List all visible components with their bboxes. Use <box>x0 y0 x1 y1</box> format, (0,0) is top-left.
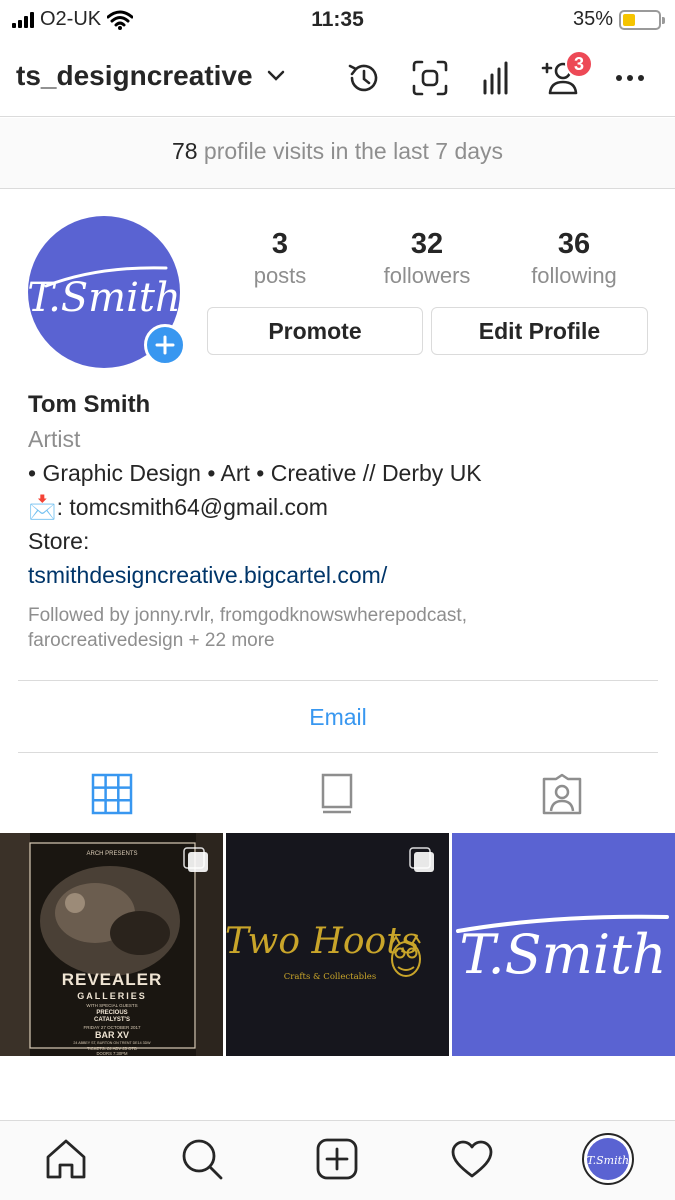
edit-profile-button[interactable]: Edit Profile <box>431 307 648 355</box>
battery-level <box>623 13 635 26</box>
followed-by-line: farocreativedesign + 22 more <box>28 630 275 651</box>
plus-icon <box>155 335 175 355</box>
divider <box>18 752 658 753</box>
grid-icon[interactable] <box>88 770 136 818</box>
poster-title: REVEALER <box>62 970 163 989</box>
visits-count: 78 <box>171 138 198 164</box>
add-story-button[interactable] <box>144 324 186 366</box>
stat-label: followers <box>383 263 471 288</box>
history-icon[interactable] <box>344 58 384 98</box>
stat-value: 3 <box>271 228 289 260</box>
tagged-icon[interactable] <box>538 770 586 818</box>
store-label: Store: <box>28 528 90 554</box>
promote-button[interactable]: Promote <box>207 307 423 355</box>
more-icon[interactable] <box>610 58 650 98</box>
bottom-tab-bar: T.Smith <box>0 1120 675 1200</box>
avatar-logo-text: T.Smith <box>587 1154 629 1167</box>
divider <box>0 116 675 117</box>
battery-icon <box>619 9 665 30</box>
email-line: 📩: tomcsmith64@gmail.com <box>28 490 658 524</box>
post-thumbnail[interactable]: T.Smith <box>452 833 675 1056</box>
stat-value: 36 <box>557 228 591 260</box>
envelope-icon: 📩 <box>28 494 57 520</box>
poster-address: 24 ABBEY ST, BURTON ON TRENT DE14 3DW <box>73 1041 151 1045</box>
following-count[interactable]: 36 following <box>499 228 649 289</box>
activity-icon[interactable] <box>448 1135 496 1183</box>
website-link[interactable]: tsmithdesigncreative.bigcartel.com/ <box>28 558 658 592</box>
post-thumbnail[interactable]: ARCH PRESENTS REVEALER GALLERIES WITH SP… <box>0 833 223 1056</box>
poster-small-top: ARCH PRESENTS <box>86 851 137 857</box>
multiple-photos-icon <box>183 847 208 872</box>
brand-logo-text: Two Hoots <box>226 921 419 962</box>
stat-value: 32 <box>410 228 444 260</box>
new-post-icon[interactable] <box>313 1135 361 1183</box>
display-name: Tom Smith <box>28 391 151 418</box>
bio-line: • Graphic Design • Art • Creative // Der… <box>28 460 482 486</box>
poster-guest: PRECIOUS <box>96 1010 127 1016</box>
poster-subtitle: GALLERIES <box>77 991 147 1001</box>
insights-icon[interactable] <box>477 58 517 98</box>
brand-tagline: Crafts & Collectables <box>284 972 376 982</box>
poster-guest: CATALYST'S <box>94 1017 130 1023</box>
guide-icon[interactable] <box>313 770 361 818</box>
discover-people-icon[interactable]: 3 <box>541 50 593 98</box>
post-thumbnail[interactable]: Two Hoots Crafts & Collectables <box>226 833 449 1056</box>
brand-logo-text: T.Smith <box>459 923 666 986</box>
followed-by[interactable]: Followed by jonny.rvlr, fromgodknowswher… <box>28 603 648 653</box>
home-icon[interactable] <box>42 1135 90 1183</box>
account-switcher[interactable]: ts_designcreative <box>16 60 285 92</box>
status-bar: O2-UK 11:35 35% <box>0 0 675 40</box>
stat-label: following <box>531 263 617 288</box>
multiple-photos-icon <box>409 847 434 872</box>
username: ts_designcreative <box>16 60 253 91</box>
email-text: : tomcsmith64@gmail.com <box>56 494 328 520</box>
battery-status: 35% <box>572 8 665 31</box>
profile-avatar[interactable]: T.Smith <box>582 1133 634 1185</box>
profile-visits-banner[interactable]: 78 profile visits in the last 7 days <box>0 118 675 188</box>
poster-with: WITH SPECIAL GUESTS <box>86 1003 137 1008</box>
profile-category: Artist <box>28 426 81 452</box>
search-icon[interactable] <box>178 1135 226 1183</box>
followed-by-line: Followed by jonny.rvlr, fromgodknowswher… <box>28 605 467 626</box>
email-button[interactable]: Email <box>18 681 658 753</box>
followers-count[interactable]: 32 followers <box>352 228 502 289</box>
poster-venue: BAR XV <box>95 1030 129 1040</box>
divider <box>0 188 675 189</box>
profile-header: ts_designcreative 3 <box>0 48 675 108</box>
posts-count[interactable]: 3 posts <box>205 228 355 289</box>
battery-percent: 35% <box>572 8 613 30</box>
scan-icon[interactable] <box>410 58 450 98</box>
notification-badge: 3 <box>565 50 593 78</box>
chevron-down-icon <box>267 70 284 81</box>
avatar-logo-text: T.Smith <box>28 275 180 321</box>
profile-bio: Tom Smith Artist • Graphic Design • Art … <box>28 388 658 592</box>
stat-label: posts <box>253 263 307 288</box>
visits-text: profile visits in the last 7 days <box>203 138 504 164</box>
poster-doors: DOORS 7:30PM <box>97 1051 128 1056</box>
